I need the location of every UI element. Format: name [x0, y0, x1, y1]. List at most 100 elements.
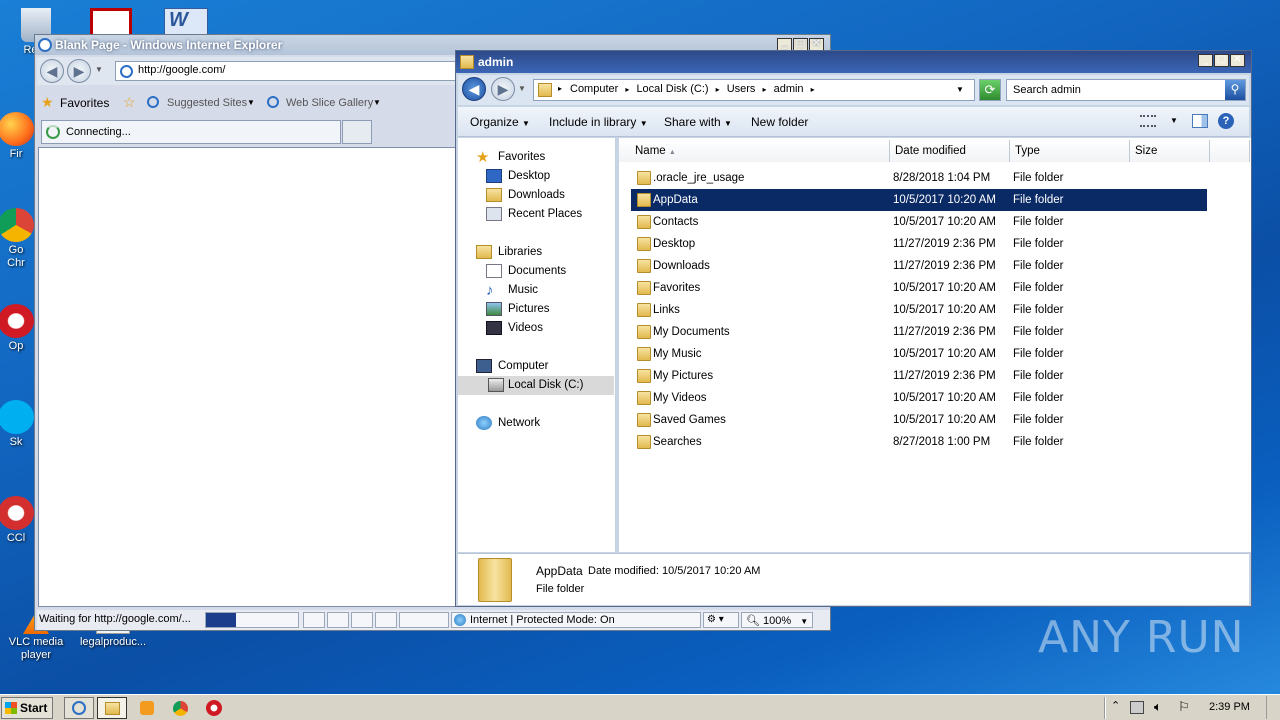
forward-button[interactable]: ▶ [67, 59, 91, 83]
file-date: 10/5/2017 10:20 AM [893, 194, 996, 206]
add-favorites-icon[interactable]: ☆ [123, 94, 136, 111]
show-desktop-button[interactable] [1266, 696, 1278, 719]
search-icon[interactable]: ⚲ [1225, 80, 1245, 100]
include-in-library-button[interactable]: Include in library ▼ [549, 115, 648, 129]
file-type: File folder [1013, 436, 1064, 448]
media-player-icon[interactable] [140, 701, 154, 715]
breadcrumb-computer[interactable]: Computer [570, 83, 618, 95]
new-folder-button[interactable]: New folder [751, 115, 808, 129]
taskbar-ie-button[interactable] [64, 697, 94, 719]
explorer-title-bar[interactable]: admin _ □ ✕ [456, 51, 1251, 73]
file-row[interactable]: .oracle_jre_usage 8/28/2018 1:04 PM File f… [631, 167, 1207, 189]
search-input[interactable]: Search admin ⚲ [1006, 79, 1246, 101]
documents-icon [486, 264, 502, 278]
column-header-type[interactable]: Type [1010, 140, 1130, 162]
file-name: Links [653, 304, 680, 316]
share-with-button[interactable]: Share with ▼ [664, 115, 732, 129]
back-button[interactable]: ◀ [462, 77, 486, 101]
tree-libraries[interactable]: Libraries [476, 243, 542, 262]
breadcrumb-admin[interactable]: admin [774, 83, 804, 95]
tree-local-disk[interactable]: Local Disk (C:) [458, 376, 614, 395]
favorites-button[interactable]: Favorites [60, 96, 109, 110]
start-label: Start [20, 701, 48, 715]
file-row[interactable]: My Music 10/5/2017 10:20 AM File folder [631, 343, 1207, 365]
zoom-button[interactable]: 🔍︎ 100% ▼ [741, 612, 813, 628]
start-button[interactable]: Start [1, 697, 53, 719]
flag-icon[interactable]: ⚐ [1178, 699, 1190, 715]
file-type: File folder [1013, 304, 1064, 316]
file-row[interactable]: AppData 10/5/2017 10:20 AM File folder [631, 189, 1207, 211]
word-icon[interactable]: W [164, 8, 208, 36]
tree-videos[interactable]: Videos [486, 319, 543, 338]
close-button[interactable]: ✕ [1230, 54, 1245, 67]
suggested-sites-link[interactable]: Suggested Sites [167, 97, 247, 109]
tree-favorites[interactable]: ★ Favorites [476, 148, 545, 167]
file-row[interactable]: My Pictures 11/27/2019 2:36 PM File folder [631, 365, 1207, 387]
breadcrumb-local-disk[interactable]: Local Disk (C:) [636, 83, 708, 95]
explorer-window[interactable]: admin _ □ ✕ ◀ ▶ ▼ ▸ Computer ▸ Local Dis… [455, 50, 1252, 607]
file-row[interactable]: My Documents 11/27/2019 2:36 PM File folde… [631, 321, 1207, 343]
tree-documents[interactable]: Documents [486, 262, 566, 281]
back-button[interactable]: ◀ [40, 59, 64, 83]
firefox-icon [0, 112, 34, 146]
chevron-down-icon[interactable]: ▼ [1170, 116, 1178, 125]
refresh-button[interactable]: ⟳ [979, 79, 1001, 101]
maximize-button[interactable]: □ [1214, 54, 1229, 67]
forward-button[interactable]: ▶ [491, 77, 515, 101]
minimize-button[interactable]: _ [1198, 54, 1213, 67]
view-options-icon[interactable] [1140, 115, 1156, 127]
tree-desktop[interactable]: Desktop [486, 167, 550, 186]
file-row[interactable]: Contacts 10/5/2017 10:20 AM File folder [631, 211, 1207, 233]
tree-computer[interactable]: Computer [476, 357, 549, 376]
web-slice-gallery-link[interactable]: Web Slice Gallery [286, 97, 373, 109]
zone-pane[interactable]: Internet | Protected Mode: On [451, 612, 701, 628]
explorer-title: admin [478, 55, 514, 69]
file-name: My Documents [653, 326, 730, 338]
ie-page-icon [147, 96, 159, 108]
address-dropdown-icon[interactable]: ▼ [956, 85, 964, 94]
show-hidden-icons[interactable]: ⌃ [1111, 699, 1120, 712]
taskbar-explorer-button[interactable] [97, 697, 127, 719]
organize-button[interactable]: Organize ▼ [470, 115, 530, 129]
tab-connecting[interactable]: Connecting... [41, 120, 341, 144]
tree-recent-places[interactable]: Recent Places [486, 205, 582, 224]
help-icon[interactable]: ? [1218, 113, 1234, 129]
libraries-icon [476, 245, 492, 259]
file-row[interactable]: Desktop 11/27/2019 2:36 PM File folder [631, 233, 1207, 255]
file-name: My Videos [653, 392, 707, 404]
network-tray-icon[interactable] [1130, 701, 1144, 714]
tree-pictures[interactable]: Pictures [486, 300, 550, 319]
column-header-size[interactable]: Size [1130, 140, 1210, 162]
volume-icon[interactable]: 🔈︎ [1154, 699, 1162, 715]
file-row[interactable]: Downloads 11/27/2019 2:36 PM File folder [631, 255, 1207, 277]
column-header-name[interactable]: Name ▲ [619, 140, 890, 162]
column-header-date[interactable]: Date modified [890, 140, 1010, 162]
file-row[interactable]: Saved Games 10/5/2017 10:20 AM File folder [631, 409, 1207, 431]
file-row[interactable]: Favorites 10/5/2017 10:20 AM File folder [631, 277, 1207, 299]
tree-downloads[interactable]: Downloads [486, 186, 565, 205]
address-bar[interactable]: http://google.com/ [115, 61, 459, 81]
file-date: 11/27/2019 2:36 PM [893, 260, 996, 272]
file-row[interactable]: My Videos 10/5/2017 10:20 AM File folder [631, 387, 1207, 409]
recent-pages-icon[interactable]: ▼ [518, 84, 526, 93]
preview-pane-icon[interactable] [1192, 114, 1208, 128]
file-row[interactable]: Links 10/5/2017 10:20 AM File folder [631, 299, 1207, 321]
chevron-down-icon: ▼ [724, 119, 732, 128]
tree-music[interactable]: ♪ Music [486, 281, 538, 300]
folder-icon [637, 391, 651, 405]
chrome-icon[interactable] [173, 701, 188, 716]
tree-network[interactable]: Network [476, 414, 540, 433]
history-dropdown-icon[interactable]: ▼ [95, 65, 103, 74]
breadcrumb-users[interactable]: Users [727, 83, 756, 95]
status-pane [303, 612, 325, 628]
clock[interactable]: 2:39 PM [1209, 701, 1250, 713]
security-button[interactable]: ⚙ ▾ [703, 612, 739, 628]
file-row[interactable]: Searches 8/27/2018 1:00 PM File folder [631, 431, 1207, 453]
folder-icon [637, 193, 651, 207]
new-tab-button[interactable] [342, 120, 372, 144]
status-pane [327, 612, 349, 628]
breadcrumb[interactable]: ▸ Computer ▸ Local Disk (C:) ▸ Users ▸ a… [533, 79, 975, 101]
opera-icon[interactable] [206, 700, 222, 716]
zoom-icon: 🔍︎ [746, 615, 760, 627]
anyrun-watermark: ANY RUN [1038, 612, 1245, 663]
